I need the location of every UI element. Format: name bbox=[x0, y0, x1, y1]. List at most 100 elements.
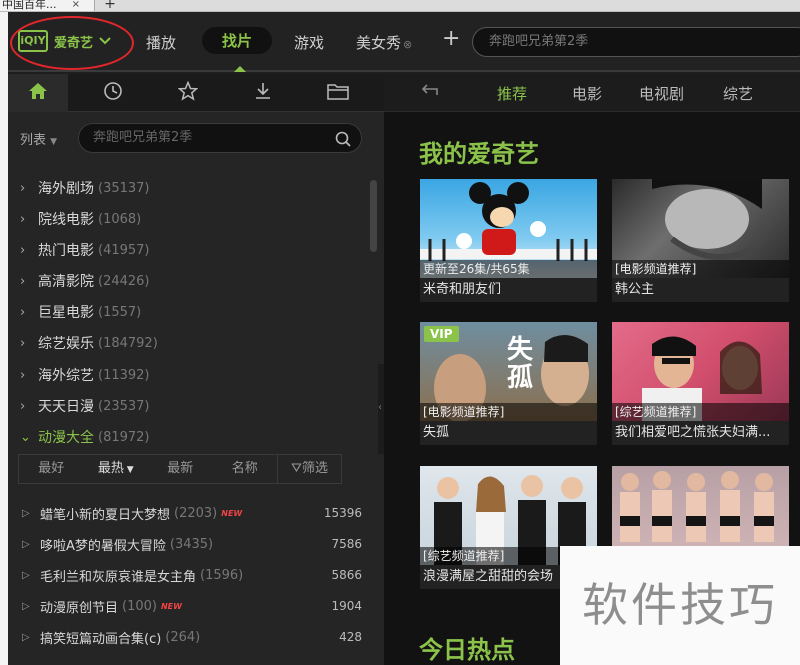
poster-title: 失孤 bbox=[506, 335, 533, 393]
category-count: (35137) bbox=[98, 180, 150, 196]
browser-tab[interactable]: 中国百年... × bbox=[0, 0, 95, 11]
item-views: 1904 bbox=[331, 599, 362, 613]
play-triangle-icon: ▷ bbox=[22, 631, 30, 643]
back-button[interactable] bbox=[420, 82, 440, 104]
sort-name[interactable]: 名称 bbox=[213, 455, 278, 483]
category-item[interactable]: › 海外剧场 (35137) bbox=[20, 177, 150, 199]
background-window-edge bbox=[0, 12, 8, 665]
clock-icon bbox=[103, 81, 123, 105]
sort-newest[interactable]: 最新 bbox=[148, 455, 213, 483]
category-count: (11392) bbox=[98, 367, 150, 383]
category-item[interactable]: › 天天日漫 (23537) bbox=[20, 395, 150, 417]
item-views: 7586 bbox=[331, 537, 362, 551]
sort-hottest-label: 最热 bbox=[97, 461, 124, 476]
sort-best[interactable]: 最好 bbox=[19, 455, 84, 483]
list-item[interactable]: ▷ 搞笑短篇动画合集(c) (264) 428 bbox=[22, 626, 362, 648]
chevron-right-icon: › bbox=[20, 211, 26, 227]
video-title: 米奇和朋友们 bbox=[423, 282, 502, 297]
category-count: (184792) bbox=[98, 335, 158, 351]
category-item[interactable]: › 高清影院 (24426) bbox=[20, 270, 150, 292]
tab-variety[interactable]: 综艺 bbox=[723, 83, 753, 104]
category-name: 综艺娱乐 bbox=[38, 336, 94, 352]
video-thumbnail: [综艺频道推荐] bbox=[612, 322, 789, 421]
video-card[interactable]: 更新至26集/共65集 米奇和朋友们 bbox=[420, 179, 597, 302]
video-card[interactable]: 失孤 VIP [电影频道推荐] 失孤 bbox=[420, 322, 597, 445]
item-name: 动漫原创节目 bbox=[40, 600, 119, 616]
search-icon[interactable] bbox=[335, 130, 351, 158]
video-title: 我们相爱吧之慌张夫妇满... bbox=[615, 425, 771, 440]
item-count: (264) bbox=[165, 629, 201, 645]
tab-tv[interactable]: 电视剧 bbox=[639, 83, 684, 104]
sort-hottest[interactable]: 最热 ▼ bbox=[84, 455, 149, 483]
highlight-ring bbox=[10, 16, 134, 70]
section-title: 我的爱奇艺 bbox=[419, 140, 539, 168]
list-dropdown[interactable]: 列表 ▼ bbox=[20, 129, 57, 148]
filter-button[interactable]: ⛛筛选 bbox=[277, 455, 341, 483]
video-thumbnail: [电影频道推荐] bbox=[612, 179, 789, 278]
watermark: 软件技巧 bbox=[560, 546, 800, 665]
tab-movies[interactable]: 电影 bbox=[572, 83, 602, 104]
list-item[interactable]: ▷ 蜡笔小新的夏日大梦想 (2203) NEW 15396 bbox=[22, 502, 362, 524]
video-caption: [电影频道推荐] bbox=[612, 260, 789, 278]
category-count: (1557) bbox=[98, 304, 142, 320]
category-item[interactable]: › 院线电影 (1068) bbox=[20, 208, 141, 230]
funnel-icon: ⛛ bbox=[291, 461, 302, 476]
video-card[interactable]: [电影频道推荐] 韩公主 bbox=[612, 179, 789, 302]
tab-beauty-show[interactable]: 美女秀 ⊗ bbox=[356, 32, 412, 53]
category-item-expanded[interactable]: ⌄ 动漫大全 (81972) bbox=[20, 426, 150, 448]
left-scrollbar[interactable] bbox=[370, 180, 377, 252]
category-count: (23537) bbox=[98, 398, 150, 414]
category-name: 动漫大全 bbox=[38, 430, 94, 446]
video-caption: [综艺频道推荐] bbox=[612, 403, 789, 421]
history-button[interactable] bbox=[83, 74, 143, 112]
play-triangle-icon: ▷ bbox=[22, 600, 30, 612]
home-icon bbox=[28, 82, 48, 104]
list-item[interactable]: ▷ 哆啦A梦的暑假大冒险 (3435) 7586 bbox=[22, 533, 362, 555]
folder-icon bbox=[327, 82, 349, 104]
list-item[interactable]: ▷ 动漫原创节目 (100) NEW 1904 bbox=[22, 595, 362, 617]
favorites-button[interactable] bbox=[158, 74, 218, 112]
close-icon[interactable]: ⊗ bbox=[403, 38, 412, 51]
download-icon bbox=[253, 81, 273, 105]
category-count: (1068) bbox=[98, 211, 142, 227]
item-count: (2203) bbox=[174, 505, 218, 521]
top-search-input[interactable]: 奔跑吧兄弟第2季 bbox=[472, 27, 800, 57]
filter-button-label: 筛选 bbox=[301, 461, 328, 476]
home-button[interactable] bbox=[8, 74, 68, 112]
video-caption: [电影频道推荐] bbox=[420, 403, 597, 421]
download-button[interactable] bbox=[233, 74, 293, 112]
vip-badge: VIP bbox=[424, 326, 459, 342]
caret-down-icon: ▼ bbox=[123, 465, 134, 475]
item-views: 15396 bbox=[323, 506, 362, 520]
item-name: 搞笑短篇动画合集(c) bbox=[40, 631, 162, 647]
item-name: 毛利兰和灰原哀谁是女主角 bbox=[40, 569, 197, 585]
new-tab-button[interactable]: + bbox=[97, 0, 123, 11]
sort-filter-bar: 最好 最热 ▼ 最新 名称 ⛛筛选 bbox=[18, 454, 342, 484]
category-item[interactable]: › 海外综艺 (11392) bbox=[20, 364, 150, 386]
left-panel: 列表 ▼ 奔跑吧兄弟第2季 ‹ › 海外剧场 (35137) › 院线电影 (1068)… bbox=[8, 74, 386, 665]
category-item[interactable]: › 巨星电影 (1557) bbox=[20, 301, 141, 323]
add-tab-button[interactable]: + bbox=[442, 26, 460, 51]
chevron-right-icon: › bbox=[20, 335, 26, 351]
category-name: 天天日漫 bbox=[38, 399, 94, 415]
category-name: 海外剧场 bbox=[38, 181, 94, 197]
chevron-right-icon: › bbox=[20, 398, 26, 414]
left-search-input[interactable]: 奔跑吧兄弟第2季 bbox=[78, 123, 362, 153]
section-title-hot: 今日热点 bbox=[419, 636, 515, 664]
tab-games[interactable]: 游戏 bbox=[294, 32, 324, 53]
tab-play[interactable]: 播放 bbox=[146, 32, 176, 53]
video-title: 韩公主 bbox=[615, 282, 655, 297]
item-views: 5866 bbox=[331, 568, 362, 582]
close-icon[interactable]: × bbox=[72, 0, 80, 11]
category-item[interactable]: › 综艺娱乐 (184792) bbox=[20, 332, 158, 354]
video-title: 失孤 bbox=[423, 425, 450, 440]
tab-find[interactable]: 找片 bbox=[202, 27, 273, 54]
tab-recommend[interactable]: 推荐 bbox=[497, 83, 527, 104]
item-count: (3435) bbox=[169, 536, 214, 552]
left-search-placeholder: 奔跑吧兄弟第2季 bbox=[93, 130, 193, 145]
video-caption: 更新至26集/共65集 bbox=[420, 260, 597, 278]
video-card[interactable]: [综艺频道推荐] 我们相爱吧之慌张夫妇满... bbox=[612, 322, 789, 445]
local-files-button[interactable] bbox=[308, 74, 368, 112]
list-item[interactable]: ▷ 毛利兰和灰原哀谁是女主角 (1596) 5866 bbox=[22, 564, 362, 586]
category-item[interactable]: › 热门电影 (41957) bbox=[20, 239, 150, 261]
